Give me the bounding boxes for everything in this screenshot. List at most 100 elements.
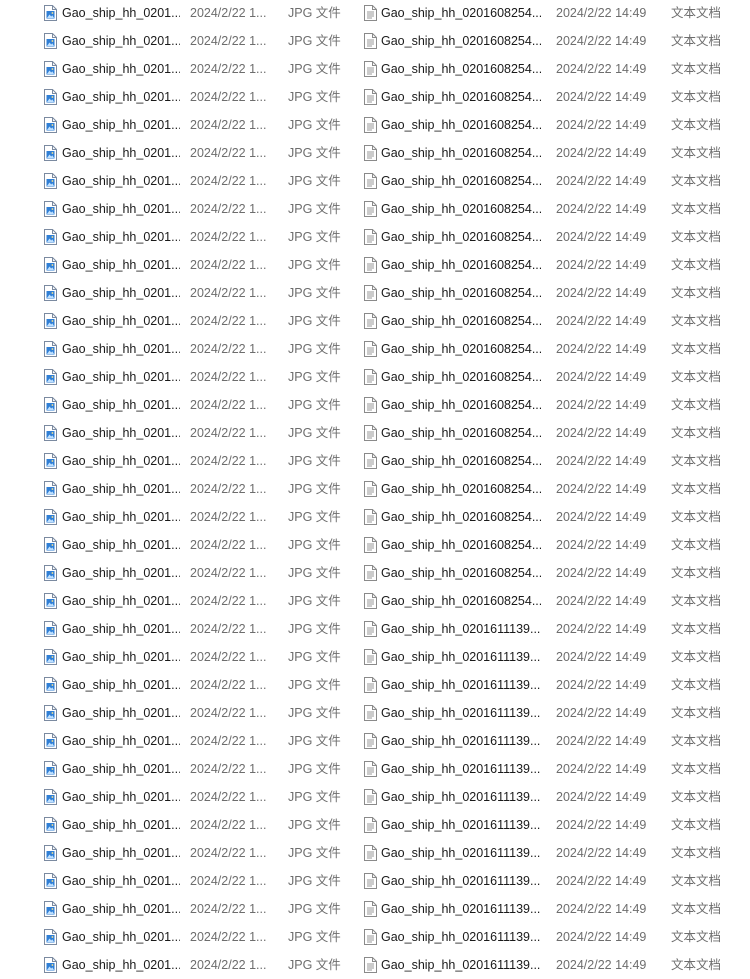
text-document-icon — [364, 341, 377, 357]
file-row[interactable]: Gao_ship_hh_0201... 2024/2/22 1... JPG 文件 — [0, 783, 345, 811]
file-name: Gao_ship_hh_0201... — [62, 454, 180, 468]
file-type: 文本文档 — [671, 482, 722, 496]
file-row[interactable]: Gao_ship_hh_0201608254... 2024/2/22 14:49… — [355, 503, 750, 531]
file-modified-date: 2024/2/22 14:49 — [556, 34, 647, 48]
file-row[interactable]: Gao_ship_hh_0201... 2024/2/22 1... JPG 文件 — [0, 643, 345, 671]
file-modified-date: 2024/2/22 14:49 — [556, 510, 647, 524]
file-name: Gao_ship_hh_0201... — [62, 594, 180, 608]
file-row[interactable]: Gao_ship_hh_0201608254... 2024/2/22 14:49… — [355, 587, 750, 615]
file-row[interactable]: Gao_ship_hh_0201... 2024/2/22 1... JPG 文件 — [0, 923, 345, 951]
file-row[interactable]: Gao_ship_hh_0201... 2024/2/22 1... JPG 文件 — [0, 307, 345, 335]
file-row[interactable]: Gao_ship_hh_0201... 2024/2/22 1... JPG 文件 — [0, 447, 345, 475]
file-row[interactable]: Gao_ship_hh_0201608254... 2024/2/22 14:49… — [355, 335, 750, 363]
file-row[interactable]: Gao_ship_hh_0201608254... 2024/2/22 14:49… — [355, 475, 750, 503]
file-row[interactable]: Gao_ship_hh_0201... 2024/2/22 1... JPG 文件 — [0, 503, 345, 531]
file-row[interactable]: Gao_ship_hh_0201... 2024/2/22 1... JPG 文件 — [0, 811, 345, 839]
file-row[interactable]: Gao_ship_hh_0201611139... 2024/2/22 14:49… — [355, 699, 750, 727]
file-row[interactable]: Gao_ship_hh_0201... 2024/2/22 1... JPG 文件 — [0, 55, 345, 83]
file-row[interactable]: Gao_ship_hh_0201608254... 2024/2/22 14:49… — [355, 279, 750, 307]
file-row[interactable]: Gao_ship_hh_0201608254... 2024/2/22 14:49… — [355, 531, 750, 559]
text-document-icon — [364, 5, 377, 21]
file-type: JPG 文件 — [288, 118, 341, 132]
file-name: Gao_ship_hh_0201611139... — [381, 650, 541, 664]
file-row[interactable]: Gao_ship_hh_0201... 2024/2/22 1... JPG 文件 — [0, 671, 345, 699]
file-row[interactable]: Gao_ship_hh_0201... 2024/2/22 1... JPG 文件 — [0, 559, 345, 587]
file-row[interactable]: Gao_ship_hh_0201611139... 2024/2/22 14:49… — [355, 951, 750, 979]
file-row[interactable]: Gao_ship_hh_0201... 2024/2/22 1... JPG 文件 — [0, 195, 345, 223]
file-row[interactable]: Gao_ship_hh_0201... 2024/2/22 1... JPG 文件 — [0, 167, 345, 195]
file-row[interactable]: Gao_ship_hh_0201... 2024/2/22 1... JPG 文件 — [0, 727, 345, 755]
file-row[interactable]: Gao_ship_hh_0201608254... 2024/2/22 14:49… — [355, 55, 750, 83]
file-row[interactable]: Gao_ship_hh_0201608254... 2024/2/22 14:49… — [355, 363, 750, 391]
file-row[interactable]: Gao_ship_hh_0201611139... 2024/2/22 14:49… — [355, 671, 750, 699]
file-row[interactable]: Gao_ship_hh_0201... 2024/2/22 1... JPG 文件 — [0, 223, 345, 251]
file-type: 文本文档 — [671, 594, 722, 608]
file-row[interactable]: Gao_ship_hh_0201608254... 2024/2/22 14:49… — [355, 419, 750, 447]
file-row[interactable]: Gao_ship_hh_0201608254... 2024/2/22 14:49… — [355, 307, 750, 335]
file-row[interactable]: Gao_ship_hh_0201... 2024/2/22 1... JPG 文件 — [0, 951, 345, 979]
file-row[interactable]: Gao_ship_hh_0201608254... 2024/2/22 14:49… — [355, 0, 750, 27]
file-row[interactable]: Gao_ship_hh_0201611139... 2024/2/22 14:49… — [355, 895, 750, 923]
file-row[interactable]: Gao_ship_hh_0201... 2024/2/22 1... JPG 文件 — [0, 615, 345, 643]
file-row[interactable]: Gao_ship_hh_0201611139... 2024/2/22 14:49… — [355, 811, 750, 839]
file-type: JPG 文件 — [288, 678, 341, 692]
file-row[interactable]: Gao_ship_hh_0201608254... 2024/2/22 14:49… — [355, 83, 750, 111]
file-modified-date: 2024/2/22 14:49 — [556, 454, 647, 468]
file-row[interactable]: Gao_ship_hh_0201... 2024/2/22 1... JPG 文件 — [0, 27, 345, 55]
text-document-icon — [364, 145, 377, 161]
file-name: Gao_ship_hh_0201608254... — [381, 370, 541, 384]
file-row[interactable]: Gao_ship_hh_0201611139... 2024/2/22 14:49… — [355, 615, 750, 643]
file-row[interactable]: Gao_ship_hh_0201... 2024/2/22 1... JPG 文件 — [0, 391, 345, 419]
file-type: 文本文档 — [671, 902, 722, 916]
file-row[interactable]: Gao_ship_hh_0201608254... 2024/2/22 14:49… — [355, 195, 750, 223]
file-row[interactable]: Gao_ship_hh_0201608254... 2024/2/22 14:49… — [355, 167, 750, 195]
file-modified-date: 2024/2/22 14:49 — [556, 62, 647, 76]
file-row[interactable]: Gao_ship_hh_0201611139... 2024/2/22 14:49… — [355, 867, 750, 895]
file-name: Gao_ship_hh_0201... — [62, 958, 180, 972]
image-file-icon — [44, 145, 57, 161]
file-row[interactable]: Gao_ship_hh_0201608254... 2024/2/22 14:49… — [355, 111, 750, 139]
file-row[interactable]: Gao_ship_hh_0201... 2024/2/22 1... JPG 文件 — [0, 251, 345, 279]
file-row[interactable]: Gao_ship_hh_0201... 2024/2/22 1... JPG 文件 — [0, 839, 345, 867]
file-row[interactable]: Gao_ship_hh_0201608254... 2024/2/22 14:49… — [355, 223, 750, 251]
file-row[interactable]: Gao_ship_hh_0201608254... 2024/2/22 14:49… — [355, 251, 750, 279]
file-name: Gao_ship_hh_0201608254... — [381, 426, 541, 440]
file-row[interactable]: Gao_ship_hh_0201611139... 2024/2/22 14:49… — [355, 783, 750, 811]
file-type: JPG 文件 — [288, 846, 341, 860]
file-row[interactable]: Gao_ship_hh_0201... 2024/2/22 1... JPG 文件 — [0, 363, 345, 391]
file-name: Gao_ship_hh_0201611139... — [381, 762, 541, 776]
file-row[interactable]: Gao_ship_hh_0201608254... 2024/2/22 14:49… — [355, 27, 750, 55]
file-row[interactable]: Gao_ship_hh_0201611139... 2024/2/22 14:49… — [355, 923, 750, 951]
file-row[interactable]: Gao_ship_hh_0201... 2024/2/22 1... JPG 文件 — [0, 111, 345, 139]
file-row[interactable]: Gao_ship_hh_0201... 2024/2/22 1... JPG 文件 — [0, 335, 345, 363]
file-modified-date: 2024/2/22 14:49 — [556, 370, 647, 384]
file-row[interactable]: Gao_ship_hh_0201... 2024/2/22 1... JPG 文件 — [0, 139, 345, 167]
file-row[interactable]: Gao_ship_hh_0201... 2024/2/22 1... JPG 文件 — [0, 699, 345, 727]
file-modified-date: 2024/2/22 1... — [190, 146, 267, 160]
file-row[interactable]: Gao_ship_hh_0201... 2024/2/22 1... JPG 文件 — [0, 867, 345, 895]
file-row[interactable]: Gao_ship_hh_0201... 2024/2/22 1... JPG 文件 — [0, 475, 345, 503]
file-row[interactable]: Gao_ship_hh_0201... 2024/2/22 1... JPG 文件 — [0, 83, 345, 111]
file-row[interactable]: Gao_ship_hh_0201... 2024/2/22 1... JPG 文件 — [0, 0, 345, 27]
text-document-icon — [364, 649, 377, 665]
file-row[interactable]: Gao_ship_hh_0201611139... 2024/2/22 14:49… — [355, 839, 750, 867]
file-row[interactable]: Gao_ship_hh_0201608254... 2024/2/22 14:49… — [355, 391, 750, 419]
file-type: 文本文档 — [671, 454, 722, 468]
text-document-icon — [364, 89, 377, 105]
file-row[interactable]: Gao_ship_hh_0201... 2024/2/22 1... JPG 文件 — [0, 755, 345, 783]
file-row[interactable]: Gao_ship_hh_0201... 2024/2/22 1... JPG 文件 — [0, 587, 345, 615]
file-row[interactable]: Gao_ship_hh_0201... 2024/2/22 1... JPG 文件 — [0, 895, 345, 923]
file-row[interactable]: Gao_ship_hh_0201611139... 2024/2/22 14:49… — [355, 727, 750, 755]
file-row[interactable]: Gao_ship_hh_0201608254... 2024/2/22 14:49… — [355, 559, 750, 587]
file-name: Gao_ship_hh_0201... — [62, 370, 180, 384]
file-row[interactable]: Gao_ship_hh_0201... 2024/2/22 1... JPG 文件 — [0, 279, 345, 307]
file-row[interactable]: Gao_ship_hh_0201608254... 2024/2/22 14:49… — [355, 139, 750, 167]
file-row[interactable]: Gao_ship_hh_0201611139... 2024/2/22 14:49… — [355, 755, 750, 783]
file-row[interactable]: Gao_ship_hh_0201611139... 2024/2/22 14:49… — [355, 643, 750, 671]
file-row[interactable]: Gao_ship_hh_0201608254... 2024/2/22 14:49… — [355, 447, 750, 475]
file-row[interactable]: Gao_ship_hh_0201... 2024/2/22 1... JPG 文件 — [0, 531, 345, 559]
file-modified-date: 2024/2/22 1... — [190, 118, 267, 132]
file-row[interactable]: Gao_ship_hh_0201... 2024/2/22 1... JPG 文件 — [0, 419, 345, 447]
file-type: JPG 文件 — [288, 314, 341, 328]
file-modified-date: 2024/2/22 14:49 — [556, 594, 647, 608]
